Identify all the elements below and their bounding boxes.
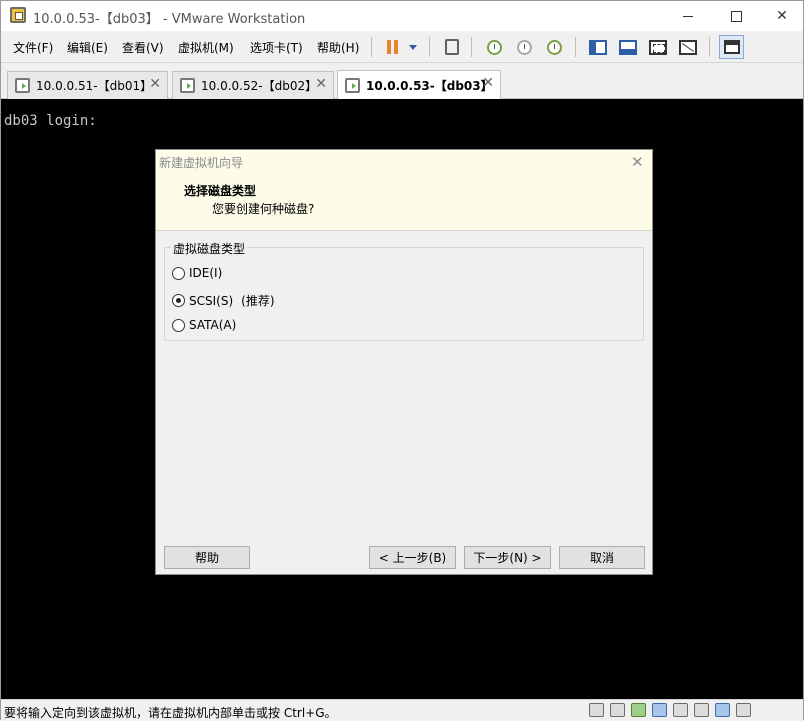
- title-bar: 10.0.0.53-【db03】 - VMware Workstation ✕: [1, 1, 803, 31]
- window-title: 10.0.0.53-【db03】 - VMware Workstation: [33, 12, 306, 27]
- console-view-icon[interactable]: [719, 35, 744, 59]
- vm-tabstrip: 10.0.0.51-【db01】 ✕ 10.0.0.52-【db02】 ✕ 10…: [1, 64, 803, 99]
- dialog-title: 新建虚拟机向导: [159, 156, 244, 170]
- usb-icon[interactable]: [652, 703, 667, 717]
- close-icon[interactable]: ✕: [759, 1, 804, 31]
- snapshot-manager-icon[interactable]: [543, 36, 565, 58]
- radio-ide[interactable]: IDE(I): [172, 266, 222, 280]
- tab-db01[interactable]: 10.0.0.51-【db01】 ✕: [7, 71, 168, 99]
- status-bar: 要将输入定向到该虚拟机，请在虚拟机内部单击或按 Ctrl+G。: [1, 699, 803, 720]
- sound-icon[interactable]: [673, 703, 688, 717]
- hard-disk-icon[interactable]: [589, 703, 604, 717]
- vm-icon: [180, 78, 195, 93]
- tab-label: 10.0.0.53-【db03】: [366, 78, 493, 93]
- tab-close-icon[interactable]: ✕: [149, 76, 161, 92]
- vm-icon: [15, 78, 30, 93]
- menu-view[interactable]: 查看(V): [122, 39, 164, 56]
- dialog-close-icon[interactable]: ✕: [631, 153, 644, 171]
- show-thumbnail-icon[interactable]: [617, 36, 639, 58]
- minimize-icon[interactable]: [665, 1, 711, 31]
- radio-sata-button[interactable]: [172, 318, 185, 332]
- maximize-icon[interactable]: [713, 1, 759, 31]
- vmware-app-icon: [10, 7, 26, 23]
- tab-close-icon[interactable]: ✕: [482, 75, 494, 91]
- menu-tabs[interactable]: 选项卡(T): [250, 39, 303, 56]
- radio-ide-label: IDE(I): [189, 266, 223, 280]
- device-icons: [589, 703, 751, 717]
- console-login-prompt: db03 login:: [4, 113, 97, 129]
- radio-sata-label: SATA(A): [189, 318, 237, 332]
- full-screen-icon[interactable]: [647, 36, 669, 58]
- message-icon[interactable]: [736, 703, 751, 717]
- menu-file[interactable]: 文件(F): [13, 39, 53, 56]
- toolbar-separator: [575, 37, 576, 57]
- help-button[interactable]: 帮助: [164, 546, 250, 569]
- dialog-header: 新建虚拟机向导 ✕ 选择磁盘类型 您要创建何种磁盘?: [156, 150, 652, 231]
- toolbar-separator: [371, 37, 372, 57]
- radio-scsi[interactable]: SCSI(S) (推荐): [172, 292, 275, 309]
- vmware-window: 10.0.0.53-【db03】 - VMware Workstation ✕ …: [0, 0, 804, 720]
- send-ctrl-alt-del-icon[interactable]: [441, 36, 463, 58]
- toolbar-separator: [471, 37, 472, 57]
- radio-scsi-label: SCSI(S): [189, 293, 234, 308]
- back-button[interactable]: < 上一步(B): [369, 546, 456, 569]
- dialog-subheading: 您要创建何种磁盘?: [212, 202, 315, 216]
- tab-db03[interactable]: 10.0.0.53-【db03】 ✕: [337, 70, 501, 99]
- cdrom-icon[interactable]: [610, 703, 625, 717]
- snapshot-icon[interactable]: [483, 36, 505, 58]
- radio-sata[interactable]: SATA(A): [172, 318, 236, 332]
- vm-icon: [345, 77, 360, 93]
- pause-icon[interactable]: [381, 36, 403, 58]
- network-icon[interactable]: [631, 703, 646, 717]
- radio-ide-button[interactable]: [172, 266, 185, 280]
- tab-db02[interactable]: 10.0.0.52-【db02】 ✕: [172, 71, 334, 99]
- status-message: 要将输入定向到该虚拟机，请在虚拟机内部单击或按 Ctrl+G。: [4, 706, 337, 720]
- unity-icon[interactable]: [677, 36, 699, 58]
- show-library-icon[interactable]: [587, 36, 609, 58]
- disk-type-group-label: 虚拟磁盘类型: [171, 240, 248, 257]
- dialog-heading: 选择磁盘类型: [184, 184, 257, 198]
- tab-label: 10.0.0.52-【db02】: [201, 79, 318, 93]
- menu-edit[interactable]: 编辑(E): [67, 39, 108, 56]
- radio-scsi-recommend: (推荐): [241, 294, 275, 308]
- revert-snapshot-icon[interactable]: [513, 36, 535, 58]
- menu-toolbar: 文件(F) 编辑(E) 查看(V) 虚拟机(M) 选项卡(T) 帮助(H): [1, 31, 803, 63]
- next-button[interactable]: 下一步(N) >: [464, 546, 551, 569]
- tab-close-icon[interactable]: ✕: [315, 76, 327, 92]
- menu-vm[interactable]: 虚拟机(M): [178, 39, 234, 56]
- radio-scsi-button[interactable]: [172, 294, 185, 307]
- menu-help[interactable]: 帮助(H): [317, 39, 359, 56]
- toolbar-separator: [709, 37, 710, 57]
- tab-label: 10.0.0.51-【db01】: [36, 79, 153, 93]
- toolbar-separator: [429, 37, 430, 57]
- printer-icon[interactable]: [694, 703, 709, 717]
- dropdown-icon[interactable]: [402, 36, 424, 58]
- display-icon[interactable]: [715, 703, 730, 717]
- new-vm-wizard-dialog: 新建虚拟机向导 ✕ 选择磁盘类型 您要创建何种磁盘? 虚拟磁盘类型 IDE(I)…: [155, 149, 653, 575]
- cancel-button[interactable]: 取消: [559, 546, 645, 569]
